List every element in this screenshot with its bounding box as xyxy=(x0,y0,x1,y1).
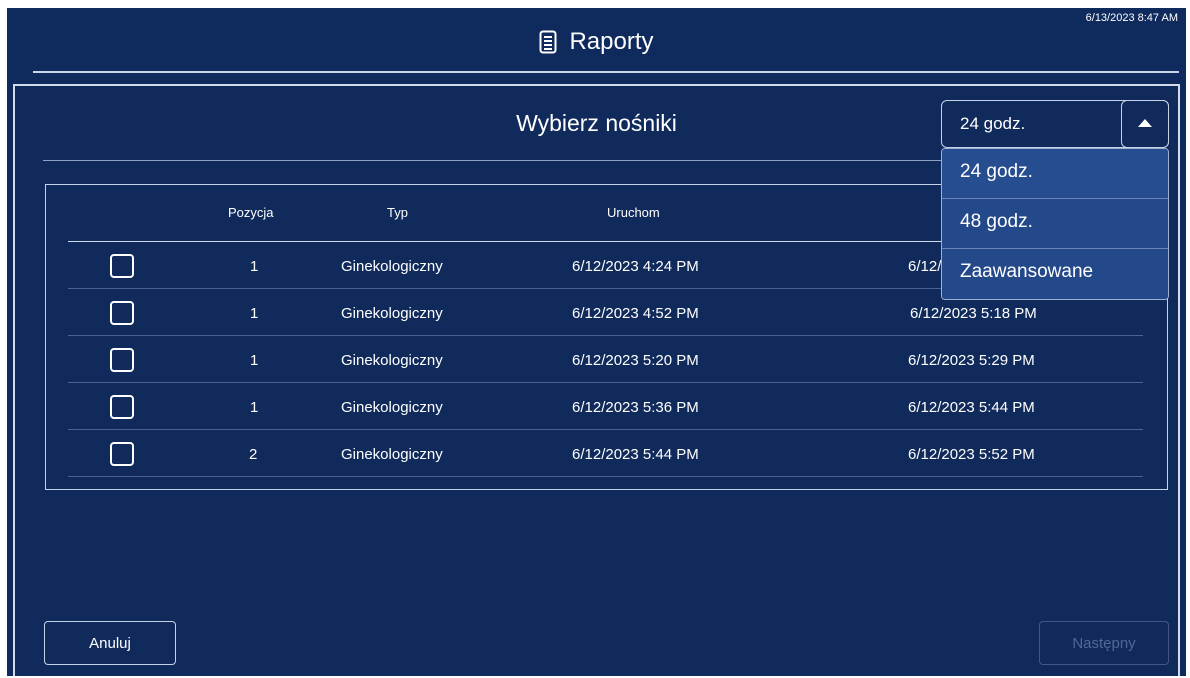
cell-type: Ginekologiczny xyxy=(341,258,443,275)
cell-type: Ginekologiczny xyxy=(341,399,443,416)
title-divider xyxy=(33,71,1179,73)
page-title: Raporty xyxy=(7,28,1186,56)
range-option-advanced[interactable]: Zaawansowane xyxy=(942,249,1168,299)
column-header-start: Uruchom xyxy=(607,205,660,220)
table-row[interactable]: 2 Ginekologiczny 6/12/2023 5:44 PM 6/12/… xyxy=(68,430,1143,477)
range-select-menu: 24 godz. 48 godz. Zaawansowane xyxy=(941,148,1169,300)
cell-end: 6/12/2023 5:52 PM xyxy=(908,446,1035,463)
cell-end: 6/12/ xyxy=(908,258,942,275)
cell-position: 1 xyxy=(250,399,259,416)
cancel-button[interactable]: Anuluj xyxy=(44,621,176,665)
row-checkbox[interactable] xyxy=(110,254,134,278)
cell-end: 6/12/2023 5:44 PM xyxy=(908,399,1035,416)
cell-type: Ginekologiczny xyxy=(341,305,443,322)
caret-up-icon xyxy=(1137,115,1153,133)
document-icon xyxy=(539,30,557,54)
cell-position: 2 xyxy=(249,446,258,463)
column-header-type: Typ xyxy=(387,205,408,220)
cell-start: 6/12/2023 4:52 PM xyxy=(572,305,699,322)
cell-start: 6/12/2023 5:44 PM xyxy=(572,446,699,463)
cell-position: 1 xyxy=(250,352,259,369)
cell-position: 1 xyxy=(250,305,259,322)
cell-type: Ginekologiczny xyxy=(341,446,443,463)
row-checkbox[interactable] xyxy=(110,301,134,325)
cell-position: 1 xyxy=(250,258,259,275)
table-row[interactable]: 1 Ginekologiczny 6/12/2023 5:36 PM 6/12/… xyxy=(68,383,1143,430)
cell-end: 6/12/2023 5:18 PM xyxy=(910,305,1037,322)
cell-start: 6/12/2023 5:36 PM xyxy=(572,399,699,416)
cell-type: Ginekologiczny xyxy=(341,352,443,369)
row-checkbox[interactable] xyxy=(110,348,134,372)
row-checkbox[interactable] xyxy=(110,395,134,419)
media-selection-panel: Wybierz nośniki 24 godz. 24 godz. 48 god… xyxy=(13,84,1180,676)
page-title-text: Raporty xyxy=(569,28,654,55)
top-bar: 6/13/2023 8:47 AM Raporty xyxy=(7,8,1186,74)
cell-end: 6/12/2023 5:29 PM xyxy=(908,352,1035,369)
range-option-24h[interactable]: 24 godz. xyxy=(942,149,1168,199)
datetime-label: 6/13/2023 8:47 AM xyxy=(1085,12,1178,24)
range-option-48h[interactable]: 48 godz. xyxy=(942,199,1168,249)
table-row[interactable]: 1 Ginekologiczny 6/12/2023 5:20 PM 6/12/… xyxy=(68,336,1143,383)
cell-start: 6/12/2023 4:24 PM xyxy=(572,258,699,275)
app-screen: 6/13/2023 8:47 AM Raporty Wybierz nośnik… xyxy=(7,8,1186,676)
row-checkbox[interactable] xyxy=(110,442,134,466)
column-header-position: Pozycja xyxy=(228,205,274,220)
cell-start: 6/12/2023 5:20 PM xyxy=(572,352,699,369)
range-select[interactable]: 24 godz. xyxy=(941,100,1169,148)
range-select-toggle[interactable] xyxy=(1121,100,1169,148)
range-select-value: 24 godz. xyxy=(960,114,1026,133)
next-button[interactable]: Następny xyxy=(1039,621,1169,665)
